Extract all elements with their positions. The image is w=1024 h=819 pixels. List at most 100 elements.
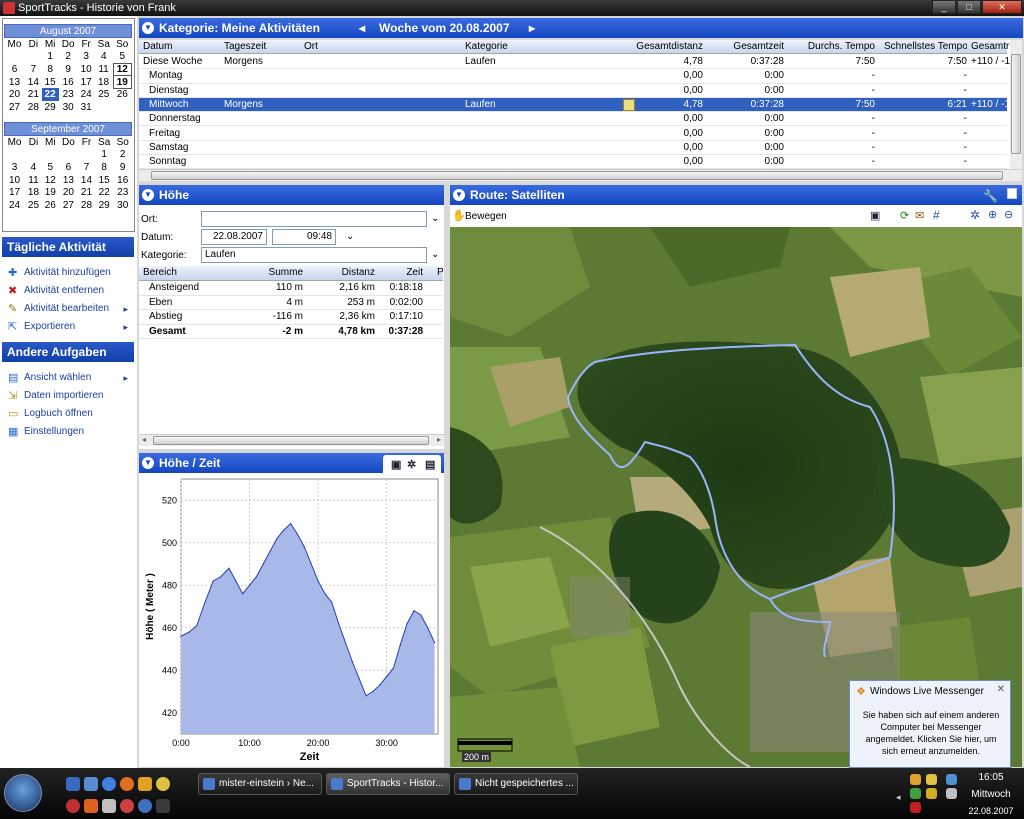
table-row[interactable]: Sonntag 0,00 0:00 - - bbox=[139, 155, 1007, 170]
chart-options-icon[interactable]: ▤ bbox=[425, 455, 435, 475]
tray-icon-1[interactable] bbox=[910, 774, 921, 785]
hoehe-hscroll-thumb[interactable] bbox=[153, 436, 429, 445]
task-exportieren[interactable]: ⇱ Exportieren ▸ bbox=[8, 318, 132, 336]
next-week-icon[interactable]: ▸ bbox=[529, 18, 535, 38]
collapse-icon[interactable]: ▼ bbox=[453, 189, 465, 201]
calendar-day[interactable]: 20 bbox=[4, 88, 25, 101]
save-icon[interactable]: ▣ bbox=[391, 455, 401, 475]
messenger-icon[interactable] bbox=[156, 777, 170, 791]
calendar-day[interactable]: 15 bbox=[42, 76, 59, 89]
daily-tasks-header[interactable]: Tägliche Aktivität bbox=[2, 237, 134, 257]
clock-time[interactable]: 16:05 bbox=[972, 772, 1010, 783]
maximize-pane-icon[interactable] bbox=[1007, 188, 1017, 199]
calendar-day[interactable]: 10 bbox=[78, 63, 95, 76]
grid-column-header[interactable]: Kategorie bbox=[465, 40, 615, 54]
volume-icon[interactable] bbox=[946, 788, 957, 799]
calendar-day[interactable]: 19 bbox=[42, 186, 59, 199]
messenger-close-icon[interactable]: ✕ bbox=[997, 684, 1005, 695]
table-row[interactable]: Samstag 0,00 0:00 - - bbox=[139, 141, 1007, 156]
tray-expand-icon[interactable]: ◂ bbox=[896, 792, 901, 803]
calendar-day[interactable]: 5 bbox=[113, 51, 132, 64]
quicklaunch-icon-6[interactable] bbox=[156, 799, 170, 813]
calendar-day[interactable]: 25 bbox=[25, 199, 42, 212]
grid-hscroll-thumb[interactable] bbox=[151, 171, 1003, 180]
calendar-day[interactable]: 23 bbox=[113, 186, 132, 199]
calendar-day[interactable]: 8 bbox=[95, 161, 114, 174]
calendar-day[interactable]: 12 bbox=[42, 174, 59, 187]
calendar-day[interactable]: 11 bbox=[95, 63, 113, 76]
zoom-in-icon[interactable]: ⊕ bbox=[988, 208, 997, 221]
network-icon[interactable] bbox=[946, 774, 957, 785]
grid-icon[interactable]: # bbox=[933, 208, 940, 222]
ort-field[interactable] bbox=[201, 211, 427, 227]
table-row[interactable]: Freitag 0,00 0:00 - - bbox=[139, 127, 1007, 141]
taskbar-button[interactable]: SportTracks - Histor... bbox=[326, 773, 450, 795]
table-row[interactable]: Gesamt -2 m 4,78 km 0:37:28 bbox=[139, 325, 443, 339]
calendar-day[interactable]: 23 bbox=[59, 88, 78, 101]
calendar-day[interactable]: 1 bbox=[42, 51, 59, 64]
messenger-text[interactable]: Sie haben sich auf einem anderen Compute… bbox=[858, 709, 1004, 757]
task-logbuch-öffnen[interactable]: ▭ Logbuch öffnen bbox=[8, 405, 132, 423]
tray-icon-4[interactable] bbox=[926, 788, 937, 799]
calendar-day[interactable]: 3 bbox=[4, 161, 25, 174]
calendar-day[interactable]: 7 bbox=[25, 63, 42, 76]
calendar-day[interactable]: 13 bbox=[59, 174, 78, 187]
kategorie-field[interactable]: Laufen bbox=[201, 247, 427, 263]
calendar-day[interactable]: 16 bbox=[59, 76, 78, 89]
calendar-day[interactable]: 17 bbox=[4, 186, 25, 199]
grid-column-header[interactable]: Gesamtr bbox=[971, 40, 1011, 54]
start-button[interactable] bbox=[4, 774, 42, 812]
calendar-day[interactable]: 26 bbox=[113, 88, 132, 101]
calendar-day[interactable]: 25 bbox=[95, 88, 113, 101]
datum-field[interactable]: 22.08.2007 bbox=[201, 229, 267, 245]
hoehe-column-header[interactable]: Distanz bbox=[313, 266, 375, 280]
quicklaunch-icon-5[interactable] bbox=[138, 799, 152, 813]
grid-column-header[interactable]: Datum bbox=[143, 40, 223, 54]
table-row[interactable]: Diese Woche Morgens Laufen 4,78 0:37:28 7:50 7… bbox=[139, 55, 1010, 70]
zoom-out-icon[interactable]: ⊖ bbox=[1004, 208, 1013, 221]
calendar-day[interactable]: 13 bbox=[4, 76, 25, 89]
quicklaunch-icon-3[interactable] bbox=[102, 799, 116, 813]
task-aktivität-hinzufügen[interactable]: ✚ Aktivität hinzufügen bbox=[8, 264, 132, 282]
calendar-day[interactable]: 26 bbox=[42, 199, 59, 212]
maximize-button[interactable]: □ bbox=[957, 0, 981, 14]
calendar-day[interactable]: 4 bbox=[95, 51, 113, 64]
task-ansicht-wählen[interactable]: ▤ Ansicht wählen ▸ bbox=[8, 369, 132, 387]
firefox-icon[interactable] bbox=[120, 777, 134, 791]
show-desktop-icon[interactable] bbox=[66, 777, 80, 791]
calendar-day[interactable]: 18 bbox=[25, 186, 42, 199]
task-aktivität-bearbeiten[interactable]: ✎ Aktivität bearbeiten ▸ bbox=[8, 300, 132, 318]
calendar-day[interactable]: 8 bbox=[42, 63, 59, 76]
prev-week-icon[interactable]: ◂ bbox=[359, 18, 365, 38]
quicklaunch-icon-1[interactable] bbox=[66, 799, 80, 813]
task-aktivität-entfernen[interactable]: ✖ Aktivität entfernen bbox=[8, 282, 132, 300]
hoehe-column-header[interactable]: Zeit bbox=[383, 266, 423, 280]
calendar-day[interactable]: 19 bbox=[112, 75, 132, 89]
time-field[interactable]: 09:48 bbox=[272, 229, 336, 245]
calendar-day[interactable]: 20 bbox=[59, 186, 78, 199]
calendar-day[interactable]: 17 bbox=[78, 76, 95, 89]
calendar-day[interactable]: 30 bbox=[113, 199, 132, 212]
calendar-day[interactable]: 6 bbox=[59, 161, 78, 174]
quicklaunch-icon-4[interactable] bbox=[120, 799, 134, 813]
ie-icon[interactable] bbox=[102, 777, 116, 791]
quicklaunch-icon-2[interactable] bbox=[84, 799, 98, 813]
calendar-day[interactable]: 22 bbox=[95, 186, 114, 199]
hand-icon[interactable]: ✋ bbox=[452, 209, 466, 222]
time-dropdown-icon[interactable]: ⌄ bbox=[346, 231, 354, 242]
calendar-day[interactable]: 2 bbox=[59, 51, 78, 64]
taskbar-button[interactable]: Nicht gespeichertes ... bbox=[454, 773, 578, 795]
close-button[interactable]: ✕ bbox=[982, 0, 1022, 14]
hoehe-hscrollbar[interactable]: ◂ ▸ bbox=[139, 434, 444, 446]
messenger-toast[interactable]: ❖ Windows Live Messenger ✕ Sie haben sic… bbox=[849, 680, 1011, 768]
calendar-day[interactable]: 24 bbox=[78, 88, 95, 101]
calendar-day[interactable]: 21 bbox=[25, 88, 42, 101]
note-icon[interactable] bbox=[623, 98, 635, 111]
calendar-day[interactable]: 4 bbox=[25, 161, 42, 174]
collapse-icon[interactable]: ▼ bbox=[142, 22, 154, 34]
grid-vscrollbar[interactable] bbox=[1010, 40, 1022, 170]
ort-dropdown-icon[interactable]: ⌄ bbox=[431, 213, 439, 224]
tray-icon-3[interactable] bbox=[910, 788, 921, 799]
calendar-day[interactable]: 15 bbox=[95, 174, 114, 187]
calendar-day[interactable]: 10 bbox=[4, 174, 25, 187]
